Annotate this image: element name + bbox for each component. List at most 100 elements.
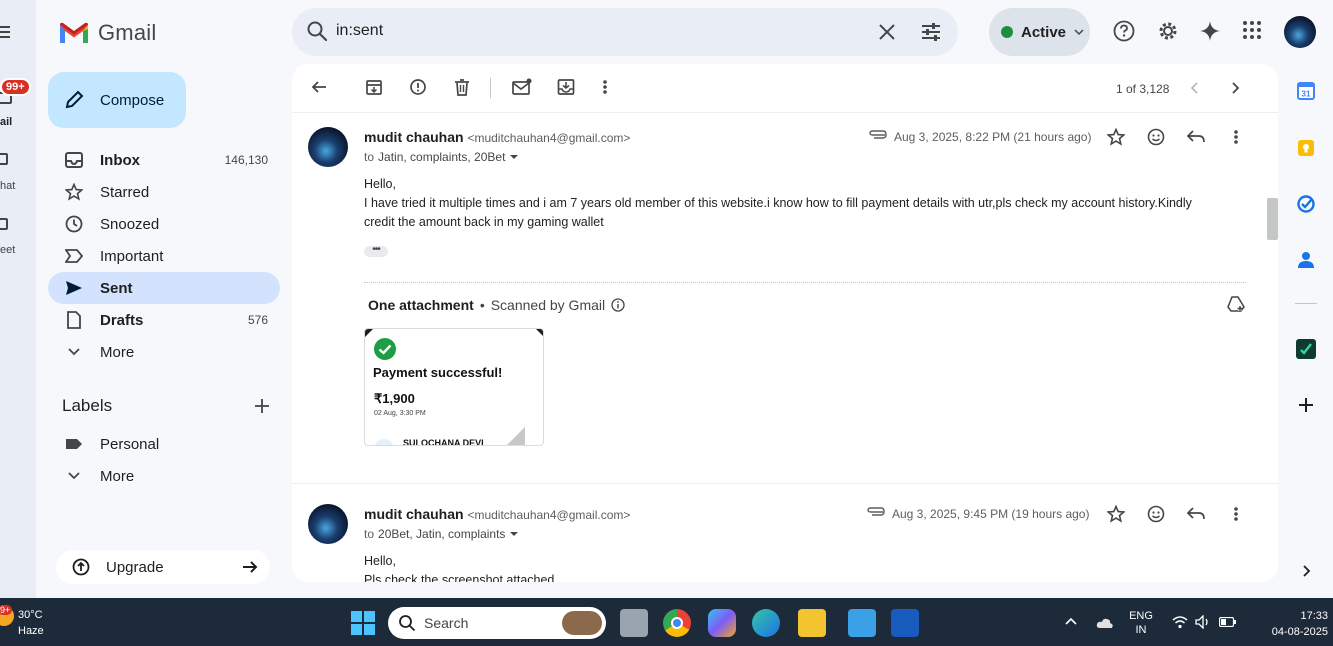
show-trimmed-content-button[interactable]: •••	[364, 245, 388, 257]
move-to-icon[interactable]	[557, 78, 575, 96]
reply-icon[interactable]	[1187, 507, 1205, 521]
settings-icon[interactable]	[1157, 20, 1179, 42]
weather-temp[interactable]: 30°C	[18, 609, 43, 621]
plus-icon[interactable]	[1298, 397, 1314, 413]
chevron-right-icon[interactable]	[1230, 81, 1240, 95]
rail-label-meet[interactable]: eet	[0, 244, 15, 256]
star-icon[interactable]	[1107, 505, 1125, 523]
back-icon[interactable]	[310, 78, 328, 96]
windows-icon[interactable]	[351, 611, 375, 635]
sender-name[interactable]: mudit chauhan	[364, 506, 464, 522]
account-avatar[interactable]	[1284, 16, 1316, 48]
taskbar-search[interactable]: Search	[388, 607, 606, 639]
attachment-thumbnail[interactable]: Payment successful! ₹1,900 02 Aug, 3:30 …	[364, 328, 544, 446]
archive-icon[interactable]	[365, 78, 383, 96]
plus-icon[interactable]	[254, 398, 270, 414]
inbox-icon	[64, 150, 84, 170]
app-title: Gmail	[98, 20, 157, 45]
labels-heading: Labels	[62, 396, 113, 415]
message-date: Aug 3, 2025, 8:22 PM (21 hours ago)	[894, 130, 1092, 144]
addon-icon[interactable]	[1296, 339, 1316, 359]
region-code: IN	[1135, 624, 1147, 636]
file-explorer-icon[interactable]	[798, 609, 826, 637]
unread-count: 146,130	[224, 153, 268, 167]
preview-avatar	[374, 439, 394, 445]
apps-icon[interactable]	[1242, 20, 1262, 40]
star-icon[interactable]	[1107, 128, 1125, 146]
preview-time: 02 Aug, 3:30 PM	[374, 410, 426, 417]
notepad-icon[interactable]	[848, 609, 876, 637]
gmail-logo[interactable]: Gmail	[58, 18, 156, 48]
volume-icon[interactable]	[1195, 615, 1211, 629]
emoji-icon[interactable]	[1147, 128, 1165, 146]
chevron-down-icon[interactable]	[509, 153, 519, 161]
preview-title: Payment successful!	[373, 365, 503, 380]
sidebar-item-more[interactable]: More	[48, 336, 280, 368]
mark-unread-icon[interactable]	[512, 78, 532, 96]
sidebar-item-important[interactable]: Important	[48, 240, 280, 272]
taskbar-clock[interactable]: 17:33 04-08-2025	[1246, 608, 1328, 640]
sidebar-item-starred[interactable]: Starred	[48, 176, 280, 208]
calendar-icon[interactable]: 31	[1297, 82, 1315, 100]
chrome-icon[interactable]	[663, 609, 691, 637]
chat-rail-icon[interactable]	[0, 153, 8, 165]
send-icon	[64, 278, 84, 298]
search-icon[interactable]	[306, 20, 328, 42]
battery-icon[interactable]	[1219, 617, 1237, 627]
chevron-down-icon[interactable]	[509, 530, 519, 538]
add-to-drive-icon[interactable]	[1227, 296, 1245, 312]
sender-avatar[interactable]	[308, 504, 348, 544]
clear-icon[interactable]	[877, 22, 897, 42]
meet-rail-icon[interactable]	[0, 218, 8, 230]
clock-date: 04-08-2025	[1271, 626, 1328, 638]
report-spam-icon[interactable]	[409, 78, 427, 96]
menu-icon[interactable]	[0, 24, 14, 40]
help-icon[interactable]	[1113, 20, 1135, 42]
more-vert-icon[interactable]	[1233, 505, 1239, 523]
emoji-icon[interactable]	[1147, 505, 1165, 523]
wifi-icon[interactable]	[1172, 615, 1188, 629]
rail-label-mail[interactable]: ail	[0, 116, 12, 128]
tasks-icon[interactable]	[1297, 195, 1315, 213]
filter-options-icon[interactable]	[920, 21, 942, 43]
word-icon[interactable]	[891, 609, 919, 637]
chevron-up-icon[interactable]	[1065, 617, 1077, 625]
reply-icon[interactable]	[1187, 130, 1205, 144]
info-icon[interactable]	[611, 298, 625, 312]
copilot-icon[interactable]	[708, 609, 736, 637]
search-bar[interactable]: in:sent	[292, 8, 958, 56]
sidebar-label-personal[interactable]: Personal	[48, 428, 280, 460]
more-vert-icon[interactable]	[602, 78, 608, 96]
preview-name: SULOCHANA DEVI	[403, 438, 484, 446]
search-input[interactable]: in:sent	[336, 22, 383, 40]
rail-label-chat[interactable]: hat	[0, 180, 15, 192]
sidebar-item-inbox[interactable]: Inbox 146,130	[48, 144, 280, 176]
chevron-left-icon[interactable]	[1190, 81, 1200, 95]
sender-name[interactable]: mudit chauhan	[364, 129, 464, 145]
message-header: mudit chauhan <muditchauhan4@gmail.com>	[364, 129, 630, 145]
scrollbar-thumb[interactable]	[1267, 198, 1278, 240]
label-icon	[64, 434, 84, 454]
sidebar-item-drafts[interactable]: Drafts 576	[48, 304, 280, 336]
upgrade-button[interactable]: Upgrade	[56, 550, 270, 584]
sender-avatar[interactable]	[308, 127, 348, 167]
sidebar-item-sent[interactable]: Sent	[48, 272, 280, 304]
cloud-icon[interactable]	[1096, 617, 1114, 629]
compose-button[interactable]: Compose	[48, 72, 186, 128]
contacts-icon[interactable]	[1298, 251, 1314, 269]
status-selector[interactable]: Active	[989, 8, 1090, 56]
task-view-icon[interactable]	[620, 609, 648, 637]
gemini-icon[interactable]	[1199, 20, 1221, 42]
language-indicator[interactable]: ENG IN	[1126, 609, 1156, 637]
more-vert-icon[interactable]	[1233, 128, 1239, 146]
edge-icon[interactable]	[752, 609, 780, 637]
chevron-right-icon[interactable]	[1301, 564, 1311, 578]
corner-marker	[536, 329, 543, 337]
recipients-line[interactable]: to Jatin, complaints, 20Bet	[364, 150, 519, 164]
search-icon	[398, 614, 416, 632]
delete-icon[interactable]	[454, 78, 470, 96]
sidebar-item-snoozed[interactable]: Snoozed	[48, 208, 280, 240]
recipients-line[interactable]: to 20Bet, Jatin, complaints	[364, 527, 519, 541]
keep-icon[interactable]	[1297, 139, 1315, 157]
sidebar-label-more[interactable]: More	[48, 460, 280, 492]
